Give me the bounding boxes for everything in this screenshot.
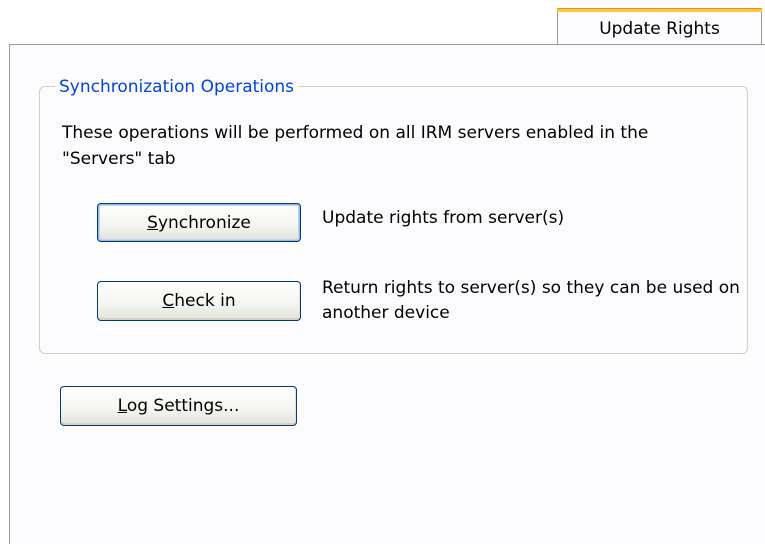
check-in-button[interactable]: Check in <box>97 281 301 321</box>
log-settings-button-label: Log Settings... <box>117 396 240 416</box>
check-in-button-label: Check in <box>162 291 236 311</box>
synchronize-description: Update rights from server(s) <box>322 208 565 228</box>
tab-update-rights[interactable]: Update Rights <box>557 8 762 45</box>
log-settings-button[interactable]: Log Settings... <box>60 386 297 426</box>
synchronize-button[interactable]: Synchronize <box>97 203 301 242</box>
group-title: Synchronization Operations <box>55 77 299 97</box>
group-description: These operations will be performed on al… <box>62 123 649 169</box>
tab-update-rights-label: Update Rights <box>599 19 720 39</box>
synchronize-button-label: Synchronize <box>147 212 251 233</box>
check-in-description: Return rights to server(s) so they can b… <box>322 278 740 323</box>
